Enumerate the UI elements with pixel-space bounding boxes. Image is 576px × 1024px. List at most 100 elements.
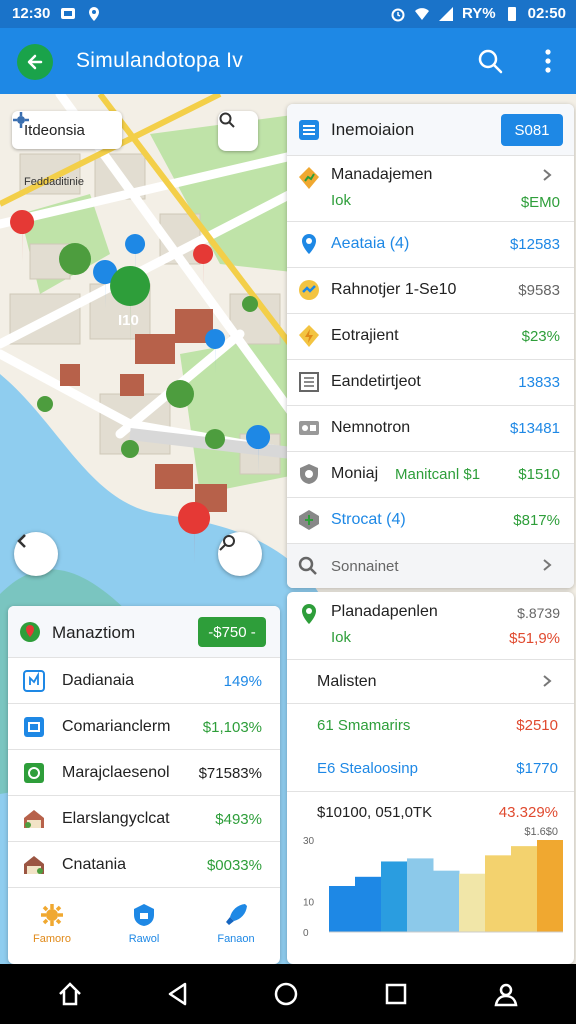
map-search-button[interactable] (218, 111, 258, 151)
right-panel-title: Inemoiaion (331, 120, 415, 139)
list-item[interactable]: Comarianclerm $1,103% (8, 704, 280, 750)
list-item-value: $EM0 (520, 194, 560, 211)
recents-square-icon[interactable] (382, 980, 410, 1008)
detail-value-top: $.8739 (517, 605, 560, 621)
detail-sub: Iok (331, 629, 352, 646)
folder-icon (24, 717, 44, 737)
detail-row-value: $2510 (516, 717, 558, 734)
list-item[interactable]: Moniaj Manitcanl $1 $1510 (287, 452, 574, 498)
list-item-label: Rahnotjer 1-Se10 (331, 281, 457, 298)
chart-icon (23, 670, 45, 692)
gear-icon (13, 112, 29, 128)
list-item-value: $493% (215, 811, 262, 828)
list-item-label: Nemnotron (331, 419, 411, 436)
tab-label: Famoro (33, 933, 71, 945)
area-segment (537, 840, 563, 932)
list-item-label: Eandetirtjeot (331, 373, 421, 390)
map-zoom-button[interactable] (218, 532, 262, 576)
list-icon (299, 120, 319, 140)
rocket-icon (226, 904, 247, 925)
tab-label: Rawol (128, 933, 160, 945)
chart-icon (299, 167, 319, 189)
detail-header[interactable]: Planadapenlen Iok $.8739 $51,9% (287, 592, 574, 660)
left-panel-title: Manaztiom (52, 623, 136, 642)
more-vert-icon[interactable] (538, 47, 558, 75)
status-time-left: 12:30 (12, 5, 51, 22)
map-prev-button[interactable] (14, 532, 58, 576)
list-item[interactable]: Strocat (4) $817% (287, 498, 574, 544)
bottom-tabs: Famoro Rawol Fanaon (8, 896, 280, 964)
system-nav-bar (0, 964, 576, 1024)
detail-row-label: Malisten (317, 673, 377, 690)
list-item[interactable]: Aeataia (4) $12583 (287, 222, 574, 268)
document-icon (299, 372, 319, 392)
chart-icon (299, 280, 319, 300)
area-segment (407, 858, 434, 932)
list-item-value: $12583 (509, 236, 560, 253)
status-time-right: 02:50 (527, 5, 566, 22)
detail-value-bottom: $51,9% (509, 630, 560, 647)
back-button[interactable] (17, 44, 53, 80)
chevron-right-icon (543, 675, 552, 687)
list-item-value: $71583% (198, 765, 262, 782)
list-item[interactable]: Dadianaia 149% (8, 658, 280, 704)
list-item[interactable]: Cnatania $0033% (8, 842, 280, 888)
search-icon[interactable] (476, 47, 504, 75)
list-item[interactable]: Marajclaesenol $71583% (8, 750, 280, 796)
alarm-icon (391, 8, 405, 21)
y-tick-label: 10 (303, 897, 315, 908)
wifi-icon (415, 7, 429, 20)
right-panel-footer[interactable]: Sonnainet (287, 544, 574, 588)
signal-icon (439, 6, 453, 21)
list-item-value: $1510 (518, 466, 560, 483)
tab-label: Fanaon (217, 933, 255, 945)
chevron-right-icon (543, 559, 552, 571)
list-item[interactable]: Eotrajient $23% (287, 314, 574, 360)
footer-label: Sonnainet (331, 558, 399, 575)
map-search-chip[interactable]: Itdeonsia (12, 111, 122, 149)
house-icon (24, 810, 44, 828)
list-item-label: Elarslangyclcat (62, 810, 170, 827)
list-item[interactable]: Eandetirtjeot 13833 (287, 360, 574, 406)
list-item-label: Eotrajient (331, 327, 399, 344)
right-detail-panel: Planadapenlen Iok $.8739 $51,9% Malisten… (287, 592, 574, 964)
right-info-panel: Inemoiaion S081 Manadajemen Iok $EM0 Aea… (287, 104, 574, 588)
right-panel-badge[interactable]: S081 (501, 114, 563, 146)
list-item[interactable]: Elarslangyclcat $493% (8, 796, 280, 842)
tab-famoro[interactable]: Famoro (22, 902, 82, 945)
list-item-value: $817% (513, 512, 560, 529)
location-pin-icon (20, 622, 40, 642)
list-item-label: Dadianaia (62, 672, 135, 689)
area-segment (381, 861, 408, 932)
list-item-value: $9583 (518, 282, 560, 299)
detail-row-value: $1770 (516, 760, 558, 777)
chevron-right-icon (543, 169, 552, 181)
detail-row[interactable]: Malisten (287, 660, 574, 704)
tab-rawol[interactable]: Rawol (114, 902, 174, 945)
house-icon (24, 856, 44, 874)
left-summary-panel: Manaztiom -$750 - Dadianaia 149% Comaria… (8, 606, 280, 964)
tab-fanaon[interactable]: Fanaon (206, 902, 266, 945)
list-item[interactable]: Manadajemen Iok $EM0 (287, 156, 574, 222)
list-item-value: $23% (521, 328, 560, 345)
detail-row[interactable]: E6 Stealoosinp $1770 (287, 748, 574, 792)
detail-title: Planadapenlen (331, 603, 438, 620)
list-item[interactable]: Nemnotron $13481 (287, 406, 574, 452)
shield-icon (134, 904, 154, 926)
detail-row-label: E6 Stealoosinp (317, 760, 418, 777)
back-triangle-icon[interactable] (164, 980, 192, 1008)
location-pin-icon (302, 234, 316, 254)
detail-row[interactable]: 61 Smamarirs $2510 (287, 704, 574, 748)
home-outline-icon[interactable] (56, 980, 84, 1008)
list-item-value: $1,103% (202, 719, 262, 736)
list-item-value: $0033% (206, 857, 262, 874)
list-item-value: 149% (223, 673, 262, 690)
left-panel-badge[interactable]: -$750 - (198, 617, 266, 647)
home-circle-icon[interactable] (272, 980, 300, 1008)
account-icon[interactable] (492, 980, 520, 1008)
app-bar: Simulandotopa Iv (0, 28, 576, 94)
list-item-label: Marajclaesenol (62, 764, 170, 781)
signal-percent: RY% (462, 5, 496, 22)
search-icon (298, 556, 317, 575)
list-item[interactable]: Rahnotjer 1-Se10 $9583 (287, 268, 574, 314)
